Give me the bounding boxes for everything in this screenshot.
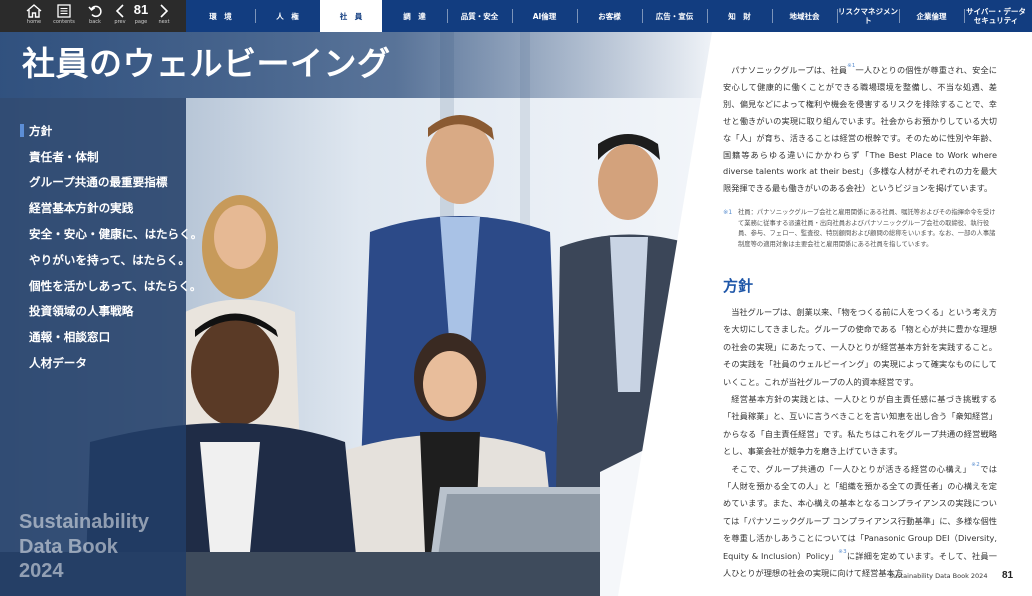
prev-caption: prev [114,19,126,25]
tab-environment[interactable]: 環 境 [186,0,255,32]
sidebar-item-label: やりがいを持って、はたらく。 [29,252,190,267]
section-heading: 方針 [723,277,754,295]
watermark-line: Data Book [19,535,118,558]
page-caption: page [134,19,148,25]
tab-human-rights[interactable]: 人 権 [255,0,320,32]
tab-procurement[interactable]: 調 達 [382,0,447,32]
body-text: そこで、グループ共通の「一人ひとりが活きる経営の心構え」 [731,463,972,474]
section-sidebar-nav: 方針 責任者・体制 グループ共通の最重要指標 経営基本方針の実践 安全・安心・健… [20,118,202,376]
next-page-button[interactable]: next [153,0,175,32]
home-caption: home [26,19,42,25]
home-button[interactable]: home [20,0,48,32]
back-arrow-icon [87,5,102,18]
sidebar-item-hr-data[interactable]: 人材データ [20,350,190,376]
page-indicator: 81 page [130,0,152,32]
sidebar-item-label: 方針 [29,123,53,138]
sidebar-item-policy[interactable]: 方針 [20,118,190,144]
category-nav: 環 境 人 権 社 員 調 達 品質・安全 AI倫理 お客様 広告・宣伝 知 財… [186,0,1032,32]
footer-book-title: Sustainability Data Book 2024 [889,572,988,580]
sidebar-item-label: 人材データ [29,356,87,371]
page-footer: Sustainability Data Book 2024 81 [0,570,1032,582]
intro-paragraph: パナソニックグループは、社員※1一人ひとりの個性が尊重され、安全に安心して健康的… [723,62,997,197]
tab-customers[interactable]: お客様 [577,0,642,32]
page-title: 社員のウェルビーイング [22,44,391,83]
sidebar-item-label: 経営基本方針の実践 [29,201,134,216]
footnote: ※1 社員：パナソニックグループ会社と雇用関係にある社員、嘱託等およびその指揮命… [723,208,997,251]
sidebar-item-label: グループ共通の最重要指標 [29,175,168,190]
current-page-number: 81 [133,2,149,17]
sidebar-item-label: 安全・安心・健康に、はたらく。 [29,227,203,242]
footnote-ref-3[interactable]: ※3 [838,549,846,555]
prev-page-button[interactable]: prev [110,0,130,32]
viewer-toolbar: home contents back prev 81 page next [0,0,186,32]
tab-intellectual-property[interactable]: 知 財 [707,0,772,32]
tab-cyber-data-security[interactable]: サイバー・データ セキュリティ [964,0,1028,32]
body-paragraph: 当社グループは、創業以来、「物をつくる前に人をつくる」という考え方を大切にしてき… [723,307,997,387]
footer-page-number: 81 [1002,570,1014,581]
policy-body: 当社グループは、創業以来、「物をつくる前に人をつくる」という考え方を大切にしてき… [723,304,997,583]
body-text: では「人財を預かる全ての人」と「組織を預かる全ての責任者」の心構えを定めています… [723,463,997,561]
sidebar-item-diversity[interactable]: 個性を活かしあって、はたらく。 [20,273,202,299]
back-button[interactable]: back [82,0,108,32]
sidebar-item-label: 通報・相談窓口 [29,330,111,345]
contents-button[interactable]: contents [50,0,78,32]
sidebar-item-key-indicators[interactable]: グループ共通の最重要指標 [20,170,190,196]
sidebar-item-safety-health[interactable]: 安全・安心・健康に、はたらく。 [20,221,202,247]
sidebar-item-hr-strategy[interactable]: 投資領域の人事戦略 [20,299,190,325]
home-icon [26,4,42,18]
watermark-line: Sustainability [19,511,150,533]
sidebar-item-responsibility[interactable]: 責任者・体制 [20,144,190,170]
sidebar-item-basic-policy-practice[interactable]: 経営基本方針の実践 [20,195,190,221]
sidebar-item-label: 投資領域の人事戦略 [29,304,134,319]
contents-icon [57,4,71,18]
footnote-ref-2[interactable]: ※2 [971,462,980,468]
tab-advertising[interactable]: 広告・宣伝 [642,0,707,32]
tab-corporate-ethics[interactable]: 企業倫理 [899,0,964,32]
footnote-text: 社員：パナソニックグループ会社と雇用関係にある社員、嘱託等およびその指揮命令を受… [738,209,996,249]
back-caption: back [89,19,101,25]
sidebar-item-label: 個性を活かしあって、はたらく。 [29,278,202,293]
chevron-left-icon [115,4,124,18]
tab-community[interactable]: 地域社会 [772,0,837,32]
contents-caption: contents [53,19,75,25]
chevron-right-icon [160,4,169,18]
tab-risk-management[interactable]: リスクマネジメント [837,0,899,32]
next-caption: next [158,19,170,25]
body-paragraph: そこで、グループ共通の「一人ひとりが活きる経営の心構え」※2では「人財を預かる全… [723,461,997,583]
intro-text: 一人ひとりの個性が尊重され、安全に安心して健康的に働くことができる職場環境を整備… [723,65,997,194]
tab-employees[interactable]: 社 員 [320,0,382,32]
diagonal-page-edge [618,32,725,596]
sidebar-item-engagement[interactable]: やりがいを持って、はたらく。 [20,247,190,273]
current-section-marker [20,124,24,138]
intro-text: パナソニックグループは、社員 [731,65,848,75]
footnote-mark: ※1 [723,209,733,216]
sidebar-item-label: 責任者・体制 [29,149,99,164]
tab-quality-safety[interactable]: 品質・安全 [447,0,512,32]
body-paragraph: 経営基本方針の実践とは、一人ひとりが自主責任感に基づき挑戦する「社員稼業」と、互… [723,394,997,457]
tab-ai-ethics[interactable]: AI倫理 [512,0,577,32]
sidebar-item-reporting-desk[interactable]: 通報・相談窓口 [20,324,190,350]
